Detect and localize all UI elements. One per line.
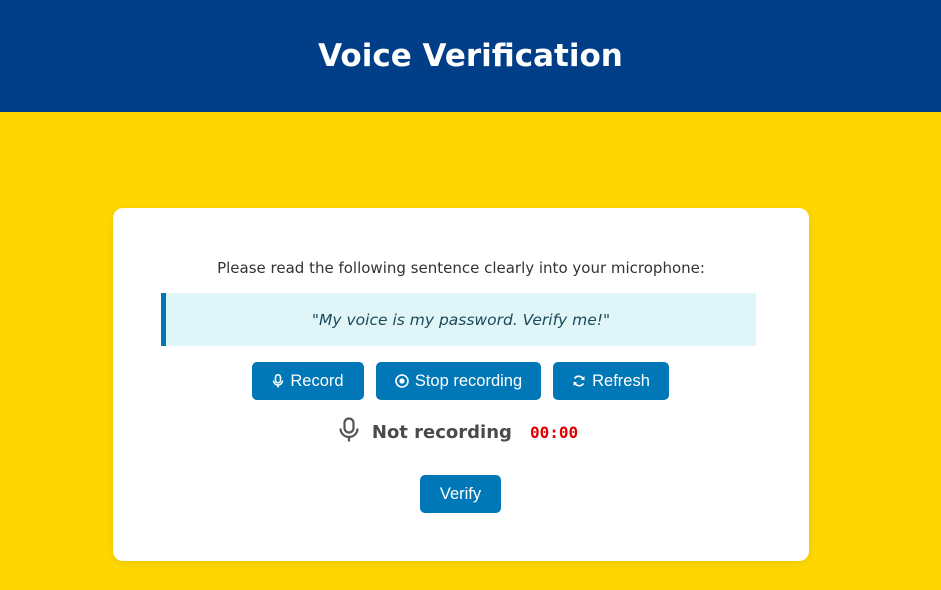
page-header: Voice Verification — [0, 0, 941, 112]
verify-button[interactable]: Verify — [420, 475, 501, 513]
stop-recording-button-label: Stop recording — [414, 371, 523, 390]
refresh-button-label: Refresh — [592, 371, 650, 390]
verification-card: Please read the following sentence clear… — [113, 208, 809, 561]
status-text: Not recording — [371, 421, 512, 443]
refresh-button[interactable]: Refresh — [553, 362, 669, 400]
stop-recording-button[interactable]: Stop recording — [376, 362, 541, 400]
stop-circle-icon — [395, 374, 409, 388]
microphone-icon — [338, 417, 360, 447]
refresh-icon — [572, 374, 586, 388]
recording-status: Not recording 00:00 — [113, 417, 809, 447]
record-button-label: Record — [290, 371, 344, 390]
sentence-text: "My voice is my password. Verify me!" — [311, 310, 611, 329]
record-button[interactable]: Record — [252, 362, 364, 400]
microphone-icon — [272, 374, 284, 388]
sentence-box: "My voice is my password. Verify me!" — [161, 293, 756, 346]
instruction-text: Please read the following sentence clear… — [217, 259, 705, 277]
page-title: Voice Verification — [318, 38, 623, 74]
recording-timer: 00:00 — [529, 422, 579, 442]
